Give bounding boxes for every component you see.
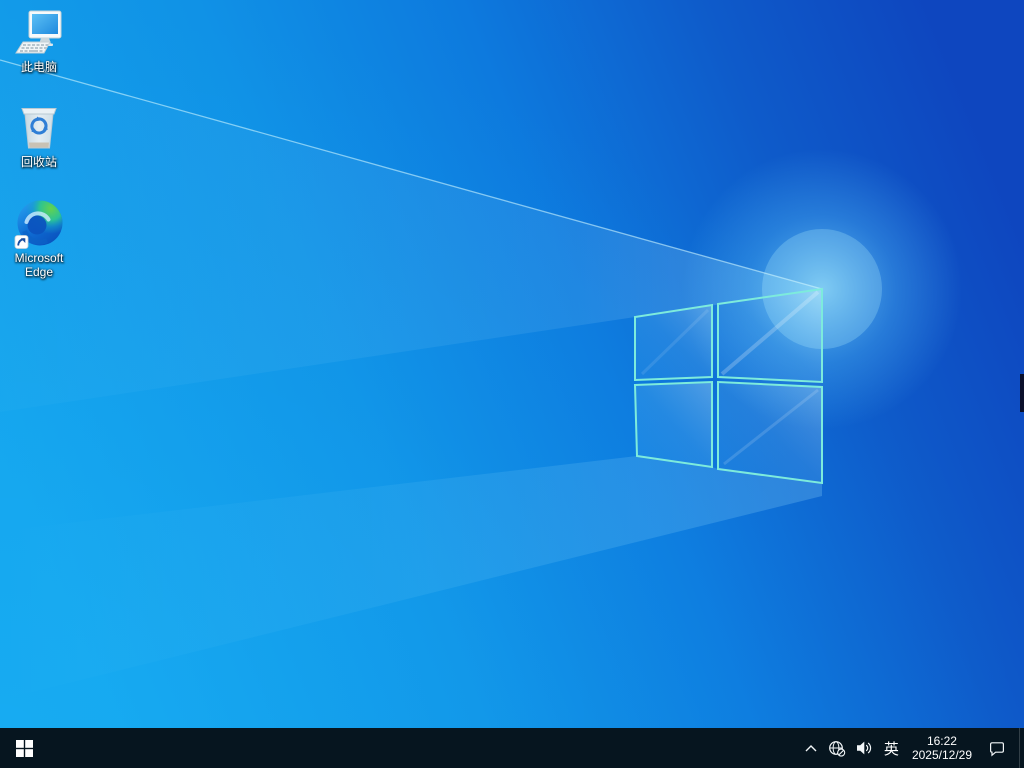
desktop-icon-recycle-bin[interactable]: 回收站	[1, 103, 77, 169]
icon-label: Microsoft Edge	[14, 251, 64, 279]
desktop-icon-this-pc[interactable]: 此电脑	[1, 8, 77, 74]
action-center-button[interactable]	[979, 728, 1015, 768]
network-globe-no-internet-icon	[829, 740, 846, 757]
network-status-button[interactable]	[823, 728, 851, 768]
screen-edge-artifact	[1020, 374, 1024, 412]
chevron-up-icon	[805, 744, 817, 751]
microsoft-edge-icon	[14, 200, 63, 249]
clock-date: 2025/12/29	[911, 748, 972, 762]
this-pc-icon	[15, 10, 62, 54]
taskbar: 英 16:22 2025/12/29	[0, 728, 1024, 768]
windows-desktop: 此电脑 回收站 Microsoft Edge 英 16:22 2025/12/2…	[0, 0, 1024, 768]
icon-label: 回收站	[20, 155, 57, 169]
start-button[interactable]	[0, 728, 48, 768]
windows-logo	[633, 287, 823, 485]
speaker-icon	[856, 741, 872, 755]
action-center-icon	[990, 741, 1004, 756]
ime-indicator[interactable]: 英	[878, 728, 905, 768]
desktop-icon-microsoft-edge[interactable]: Microsoft Edge	[1, 199, 77, 279]
show-hidden-icons-button[interactable]	[799, 728, 823, 768]
volume-button[interactable]	[851, 728, 878, 768]
recycle-bin-icon	[21, 108, 57, 149]
desktop-wallpaper	[0, 0, 1024, 728]
system-tray: 英 16:22 2025/12/29	[799, 728, 1024, 768]
taskbar-empty-area	[48, 728, 799, 768]
icon-label: 此电脑	[20, 60, 57, 74]
taskbar-clock[interactable]: 16:22 2025/12/29	[905, 728, 979, 768]
show-desktop-button[interactable]	[1019, 728, 1024, 768]
clock-time: 16:22	[926, 734, 957, 748]
windows-start-icon	[15, 739, 33, 757]
